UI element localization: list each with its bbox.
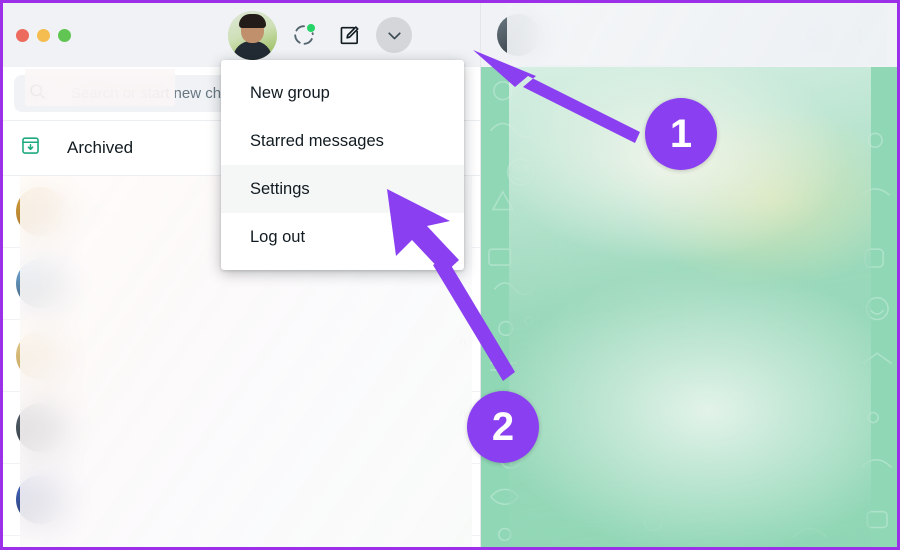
- menu-dots-icon[interactable]: [841, 17, 877, 53]
- titlebar-actions: [228, 3, 412, 67]
- wallpaper-doodle-pattern: [488, 81, 892, 542]
- chat-wallpaper: [481, 61, 897, 547]
- chevron-down-menu-button[interactable]: [376, 17, 412, 53]
- conversation-pane: [481, 3, 897, 547]
- menu-item-new-group[interactable]: New group: [221, 69, 464, 117]
- avatar: [16, 187, 65, 236]
- list-item-time: n: [459, 406, 466, 420]
- close-window-button[interactable]: [16, 28, 29, 42]
- list-item-time: [466, 464, 480, 478]
- list-item[interactable]: n: [3, 392, 480, 464]
- search-icon[interactable]: [795, 17, 831, 53]
- avatar: [16, 259, 65, 308]
- avatar-hair: [239, 13, 266, 28]
- traffic-light-controls: [3, 28, 71, 42]
- compose-icon[interactable]: [331, 17, 367, 53]
- status-icon[interactable]: [286, 17, 322, 53]
- search-icon: [28, 82, 47, 106]
- menu-item-log-out[interactable]: Log out: [221, 213, 464, 261]
- list-item-time: n: [459, 334, 466, 348]
- archive-box-icon: [20, 135, 41, 161]
- avatar[interactable]: [228, 10, 277, 60]
- list-item-text: [65, 425, 459, 431]
- avatar: [16, 331, 65, 380]
- minimize-window-button[interactable]: [37, 28, 50, 42]
- conversation-header-actions: [795, 17, 897, 53]
- list-item[interactable]: [3, 464, 480, 536]
- conversation-header[interactable]: [481, 3, 897, 67]
- list-item-text: [65, 497, 466, 503]
- list-item[interactable]: n: [3, 320, 480, 392]
- avatar: [16, 475, 65, 524]
- screenshot-root: Archived conne: [0, 0, 900, 550]
- archived-label: Archived: [67, 138, 134, 157]
- profile-dropdown-menu[interactable]: New group Starred messages Settings Log …: [221, 60, 464, 270]
- list-item-text: [65, 353, 459, 359]
- maximize-window-button[interactable]: [58, 28, 71, 42]
- list-item-time: [466, 248, 480, 262]
- list-item-time: [466, 176, 480, 190]
- status-unread-dot: [307, 24, 315, 32]
- window-titlebar: [3, 3, 480, 67]
- whatsapp-desktop-window: Archived conne: [3, 3, 897, 547]
- avatar: [16, 403, 65, 452]
- menu-item-settings[interactable]: Settings: [221, 165, 464, 213]
- avatar[interactable]: [497, 14, 539, 56]
- menu-item-starred-messages[interactable]: Starred messages: [221, 117, 464, 165]
- list-item-text: [65, 281, 466, 287]
